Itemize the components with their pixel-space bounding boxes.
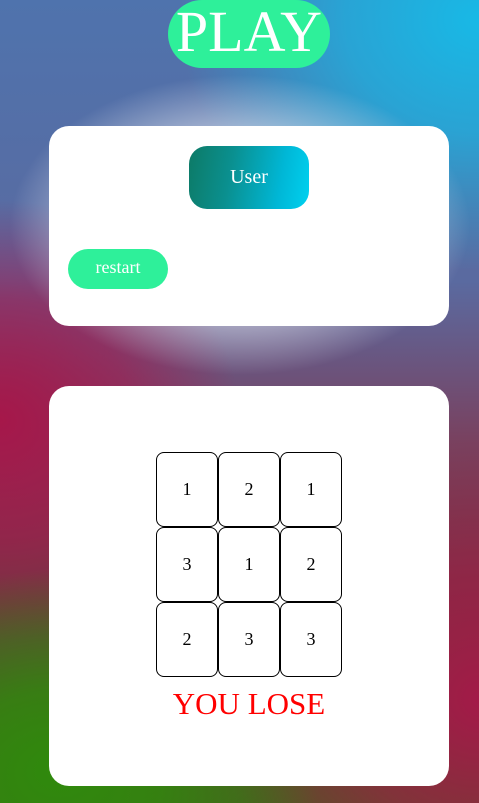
game-board-card: 1 2 1 3 1 2 2 3 3 YOU LOSE (49, 386, 449, 786)
board-cell-7[interactable]: 2 (156, 602, 218, 677)
restart-button[interactable]: restart (68, 249, 168, 289)
board-cell-2[interactable]: 2 (218, 452, 280, 527)
board-cell-6[interactable]: 2 (280, 527, 342, 602)
board-cell-5[interactable]: 1 (218, 527, 280, 602)
board-cell-4[interactable]: 3 (156, 527, 218, 602)
board-cell-9[interactable]: 3 (280, 602, 342, 677)
result-message: YOU LOSE (172, 686, 326, 721)
board-cell-8[interactable]: 3 (218, 602, 280, 677)
play-title: PLAY (168, 0, 330, 68)
board-cell-3[interactable]: 1 (280, 452, 342, 527)
controls-card: User restart (49, 126, 449, 326)
user-button[interactable]: User (189, 146, 309, 209)
board-cell-1[interactable]: 1 (156, 452, 218, 527)
